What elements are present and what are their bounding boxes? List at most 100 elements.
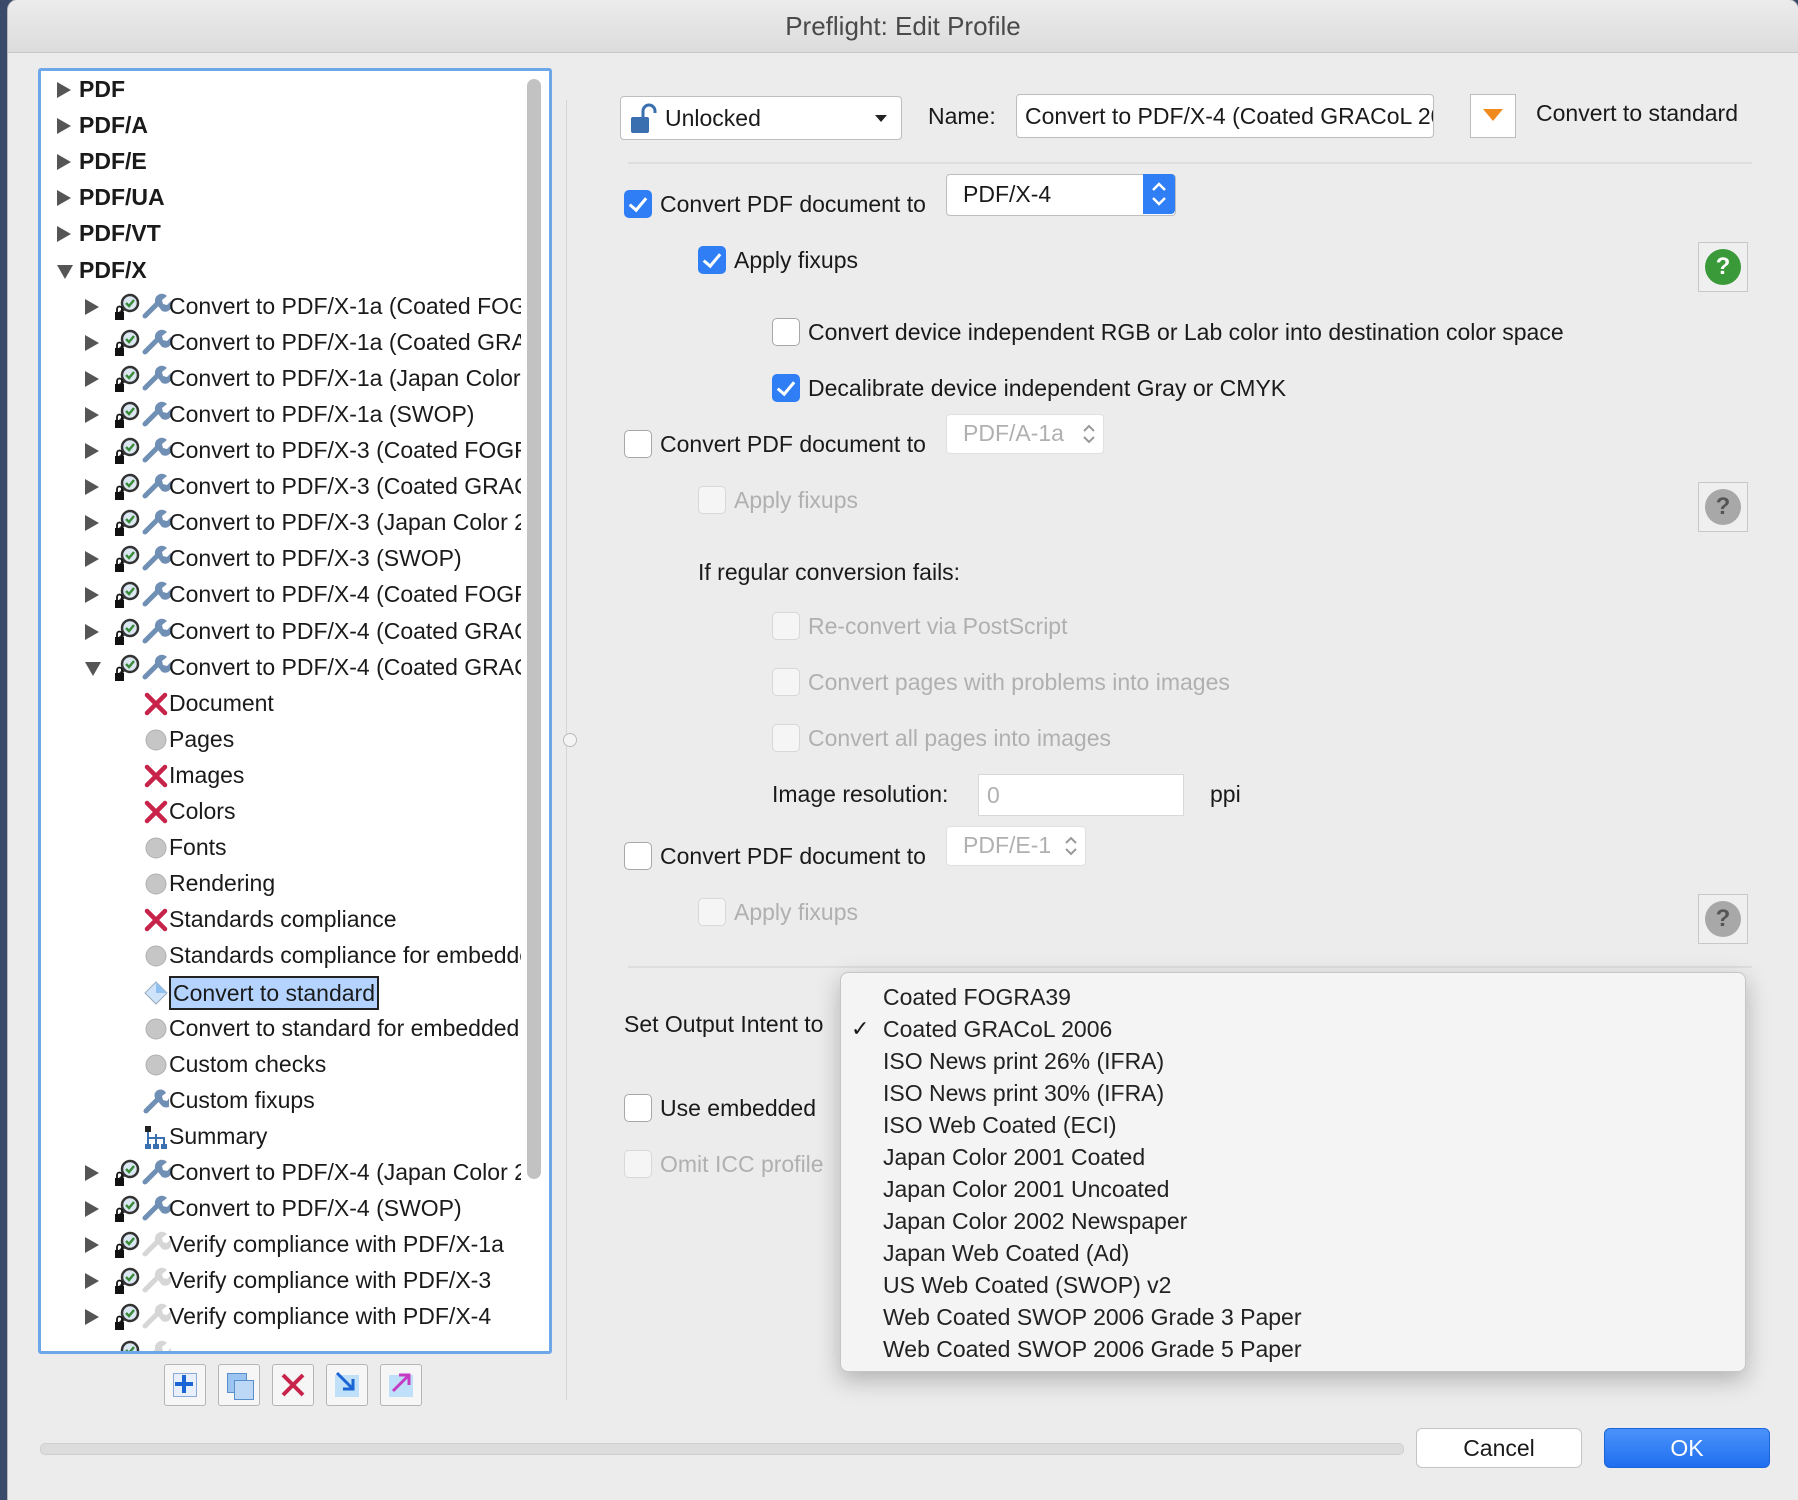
disclosure-closed-icon[interactable] (85, 1273, 99, 1290)
help-button[interactable]: ? (1698, 242, 1748, 292)
pdfe-apply-fixups-checkbox[interactable] (698, 898, 726, 926)
tree-item-section-selected[interactable]: Convert to standard (41, 974, 521, 1010)
name-menu-button[interactable] (1470, 94, 1516, 138)
tree-item-profile[interactable]: Convert to PDF/X-4 (Coated GRACoL 2006) (41, 613, 521, 649)
splitter-handle[interactable] (563, 733, 577, 747)
tree-item-profile[interactable]: Convert to PDF/X-3 (Japan Color 2001 Coa… (41, 504, 521, 540)
tree-item-category[interactable]: PDF/UA (41, 179, 521, 215)
disclosure-open-icon[interactable] (57, 264, 73, 279)
horizontal-scrollbar[interactable] (40, 1443, 1404, 1455)
profile-tree[interactable]: PDF PDF/A PDF/E PDF/UA PDF/VT PDF/X Convert to… (38, 68, 552, 1354)
disclosure-closed-icon[interactable] (57, 226, 71, 243)
disclosure-closed-icon[interactable] (85, 515, 99, 532)
disclosure-closed-icon[interactable] (85, 298, 99, 315)
tree-item-profile[interactable]: Convert to PDF/X-3 (SWOP) (41, 540, 521, 576)
tree-item-section[interactable]: Standards compliance (41, 901, 521, 937)
omit-icc-checkbox[interactable] (624, 1150, 652, 1178)
tree-item-profile[interactable]: Convert to PDF/X-1a (Coated GRACoL 2006) (41, 324, 521, 360)
tree-item-section[interactable]: Fonts (41, 829, 521, 865)
disclosure-closed-icon[interactable] (85, 334, 99, 351)
tree-item-profile[interactable]: Convert to PDF/X-1a (Coated FOGRA39) (41, 288, 521, 324)
ok-button[interactable]: OK (1604, 1428, 1770, 1468)
pdfe-format-select[interactable]: PDF/E-1 (946, 826, 1086, 866)
disclosure-open-icon[interactable] (85, 661, 101, 676)
tree-item-category[interactable]: PDF (41, 71, 521, 107)
menu-item[interactable]: Japan Color 2001 Uncoated (883, 1173, 1169, 1205)
disclosure-closed-icon[interactable] (57, 118, 71, 135)
tree-item-profile[interactable]: Convert to PDF/X-1a (Japan Color 2001 Co… (41, 360, 521, 396)
disclosure-closed-icon[interactable] (85, 1309, 99, 1326)
menu-item[interactable]: Japan Color 2001 Coated (883, 1141, 1145, 1173)
menu-item[interactable]: Web Coated SWOP 2006 Grade 5 Paper (883, 1333, 1302, 1365)
export-profile-button[interactable] (380, 1364, 422, 1406)
tree-item-section[interactable]: Convert to standard for embedded files (41, 1010, 521, 1046)
tree-item-category[interactable]: PDF/E (41, 143, 521, 179)
tree-item-profile[interactable]: Convert to PDF/X-4 (Coated GRACoL 2013) (41, 649, 521, 685)
tree-scrollbar[interactable] (527, 79, 541, 1179)
menu-item[interactable]: Coated GRACoL 2006 (883, 1013, 1112, 1045)
tree-item-profile[interactable]: Verify compliance with PDF/X-3 (41, 1262, 521, 1298)
disclosure-closed-icon[interactable] (57, 82, 71, 98)
menu-item[interactable]: Japan Web Coated (Ad) (883, 1237, 1129, 1269)
convert-rgb-checkbox[interactable] (772, 318, 800, 346)
menu-item[interactable]: Coated FOGRA39 (883, 981, 1071, 1013)
tree-item-section[interactable]: Pages (41, 721, 521, 757)
pdfx-format-select[interactable]: PDF/X-4 (946, 174, 1176, 216)
disclosure-closed-icon[interactable] (85, 479, 99, 496)
pdfx-apply-fixups-checkbox[interactable] (698, 246, 726, 274)
tree-item-category[interactable]: PDF/A (41, 107, 521, 143)
tree-item-category[interactable]: PDF/X (41, 252, 521, 288)
new-profile-button[interactable] (164, 1364, 206, 1406)
use-embedded-checkbox[interactable] (624, 1094, 652, 1122)
tree-item-profile[interactable]: Verify compliance with PDF/X-4 (41, 1298, 521, 1334)
convert-pdfx-checkbox[interactable] (624, 190, 652, 218)
menu-item[interactable]: Japan Color 2002 Newspaper (883, 1205, 1187, 1237)
panel-divider[interactable] (566, 100, 567, 1400)
duplicate-profile-button[interactable] (218, 1364, 260, 1406)
lock-state-popup[interactable]: Unlocked (620, 96, 902, 140)
tree-item-section[interactable]: Custom fixups (41, 1082, 521, 1118)
tree-item-section[interactable]: Summary (41, 1118, 521, 1154)
problem-pages-checkbox[interactable] (772, 668, 800, 696)
delete-profile-button[interactable] (272, 1364, 314, 1406)
disclosure-closed-icon[interactable] (57, 154, 71, 171)
pdfa-format-select[interactable]: PDF/A-1a (946, 414, 1104, 454)
tree-item-profile[interactable] (41, 1335, 521, 1351)
tree-item-profile[interactable]: Convert to PDF/X-3 (Coated GRACoL 2006) (41, 468, 521, 504)
reconvert-checkbox[interactable] (772, 612, 800, 640)
tree-item-section[interactable]: Colors (41, 793, 521, 829)
disclosure-closed-icon[interactable] (85, 406, 99, 423)
tree-item-profile[interactable]: Verify compliance with PDF/X-1a (41, 1226, 521, 1262)
menu-item[interactable]: ISO News print 30% (IFRA) (883, 1077, 1164, 1109)
tree-item-section[interactable]: Document (41, 685, 521, 721)
disclosure-closed-icon[interactable] (85, 587, 99, 604)
disclosure-closed-icon[interactable] (85, 623, 99, 640)
profile-name-field[interactable]: Convert to PDF/X-4 (Coated GRACoL 2013) (1016, 94, 1434, 138)
tree-item-profile[interactable]: Convert to PDF/X-1a (SWOP) (41, 396, 521, 432)
tree-item-profile[interactable]: Convert to PDF/X-4 (Coated FOGRA39) (41, 576, 521, 612)
disclosure-closed-icon[interactable] (85, 1165, 99, 1181)
menu-item[interactable]: US Web Coated (SWOP) v2 (883, 1269, 1171, 1301)
disclosure-closed-icon[interactable] (85, 443, 99, 459)
tree-item-profile[interactable]: Convert to PDF/X-4 (SWOP) (41, 1190, 521, 1226)
pdfa-apply-fixups-checkbox[interactable] (698, 486, 726, 514)
menu-item[interactable]: ISO News print 26% (IFRA) (883, 1045, 1164, 1077)
tree-item-profile[interactable]: Convert to PDF/X-3 (Coated FOGRA39) (41, 432, 521, 468)
disclosure-closed-icon[interactable] (85, 551, 99, 568)
tree-item-category[interactable]: PDF/VT (41, 215, 521, 251)
convert-pdfa-checkbox[interactable] (624, 430, 652, 458)
tree-item-profile[interactable]: Convert to PDF/X-4 (Japan Color 2001 Coa… (41, 1154, 521, 1190)
disclosure-closed-icon[interactable] (85, 1201, 99, 1218)
convert-pdfe-checkbox[interactable] (624, 842, 652, 870)
menu-item[interactable]: ISO Web Coated (ECI) (883, 1109, 1117, 1141)
resolution-input[interactable]: 0 (978, 774, 1184, 816)
tree-item-section[interactable]: Standards compliance for embedded files (41, 937, 521, 973)
tree-item-section[interactable]: Rendering (41, 865, 521, 901)
cancel-button[interactable]: Cancel (1416, 1428, 1582, 1468)
output-intent-menu[interactable]: Coated FOGRA39 Coated GRACoL 2006 ✓ ISO New… (840, 972, 1746, 1372)
tree-item-section[interactable]: Images (41, 757, 521, 793)
menu-item[interactable]: Web Coated SWOP 2006 Grade 3 Paper (883, 1301, 1302, 1333)
import-profile-button[interactable] (326, 1364, 368, 1406)
disclosure-closed-icon[interactable] (57, 190, 71, 207)
decalibrate-checkbox[interactable] (772, 374, 800, 402)
